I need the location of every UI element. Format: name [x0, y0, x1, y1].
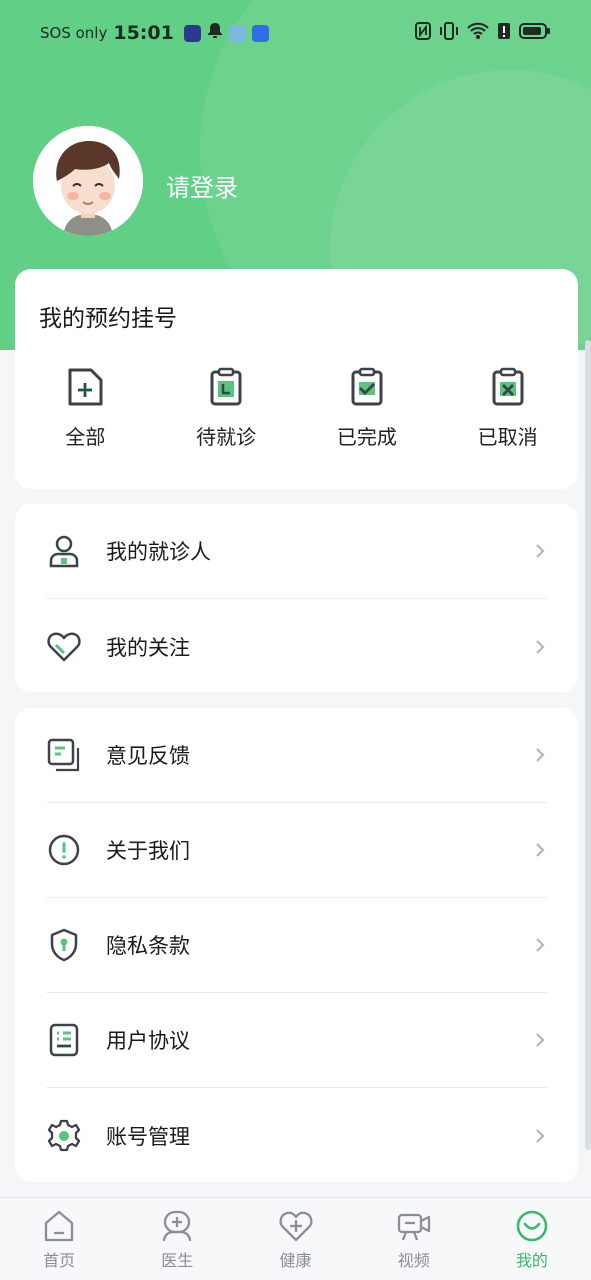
appointment-all-button[interactable]: 全部	[15, 367, 156, 467]
menu-item-label: 我的就诊人	[106, 540, 211, 564]
tab-label: 首页	[43, 1251, 76, 1270]
alert-icon	[497, 22, 511, 45]
bottom-tab-bar: 首页 医生 健康 视频 我的	[0, 1197, 591, 1280]
chevron-right-icon	[536, 938, 545, 952]
app-notification-icon	[251, 24, 269, 42]
menu-item-label: 意见反馈	[106, 744, 190, 768]
doctor-icon	[163, 1210, 192, 1242]
clipboard-check-icon	[351, 367, 383, 406]
menu-item-privacy[interactable]: 隐私条款	[46, 898, 547, 993]
avatar-illustration	[33, 126, 143, 236]
person-icon	[46, 533, 82, 569]
home-icon	[44, 1210, 74, 1242]
menu-item-my-follows[interactable]: 我的关注	[46, 599, 547, 694]
menu-item-label: 关于我们	[106, 839, 190, 863]
menu-item-user-agreement[interactable]: 用户协议	[46, 993, 547, 1088]
app-notification-icon	[183, 24, 201, 42]
menu-item-label: 账号管理	[106, 1124, 190, 1149]
menu-item-label: 隐私条款	[106, 934, 190, 958]
info-icon	[46, 832, 82, 868]
chevron-right-icon	[536, 843, 545, 857]
shield-icon	[46, 927, 82, 963]
appointment-cancelled-button[interactable]: 已取消	[437, 367, 578, 467]
profile-icon	[516, 1210, 548, 1242]
carrier-text: SOS only	[40, 24, 108, 42]
app-root: SOS only 15:01 请登录 我的预约挂号 全部 待就诊 已完成 已取消…	[0, 0, 591, 1280]
status-bar: SOS only 15:01	[0, 0, 591, 66]
tab-label: 我的	[515, 1251, 548, 1270]
menu-group-settings: 意见反馈 关于我们 隐私条款 用户协议 账号管理	[15, 708, 578, 1182]
battery-icon	[519, 22, 551, 45]
menu-item-about-us[interactable]: 关于我们	[46, 803, 547, 898]
wifi-icon	[467, 22, 489, 45]
chevron-right-icon	[536, 1033, 545, 1047]
tab-label: 健康	[279, 1251, 312, 1270]
clock: 15:01	[113, 22, 174, 44]
scrollbar[interactable]	[585, 340, 591, 1150]
feedback-icon	[46, 737, 82, 773]
menu-item-label: 我的关注	[106, 635, 190, 660]
vibrate-icon	[439, 22, 459, 45]
chevron-right-icon	[536, 1128, 545, 1143]
appointment-all-label: 全部	[65, 425, 106, 449]
tab-label: 医生	[161, 1251, 194, 1270]
login-prompt[interactable]: 请登录	[166, 168, 238, 203]
tab-label: 视频	[397, 1251, 430, 1270]
chevron-right-icon	[536, 544, 545, 558]
menu-item-account-management[interactable]: 账号管理	[46, 1088, 547, 1183]
appointment-completed-label: 已完成	[336, 425, 397, 449]
app-notification-icon	[228, 24, 246, 42]
clipboard-clock-icon	[210, 367, 242, 406]
health-icon	[279, 1211, 312, 1242]
nfc-icon	[415, 22, 431, 45]
video-icon	[397, 1213, 430, 1241]
clipboard-plus-icon	[68, 368, 103, 406]
chevron-right-icon	[536, 639, 545, 654]
tab-profile[interactable]: 我的	[473, 1198, 591, 1280]
menu-item-feedback[interactable]: 意见反馈	[46, 708, 547, 803]
chevron-right-icon	[536, 748, 545, 762]
appointment-cancelled-label: 已取消	[477, 425, 538, 449]
bell-icon	[207, 22, 223, 44]
clipboard-x-icon	[492, 367, 524, 406]
document-icon	[46, 1022, 82, 1058]
avatar[interactable]	[33, 126, 143, 236]
appointments-card: 我的预约挂号 全部 待就诊 已完成 已取消	[15, 269, 578, 489]
appointment-pending-button[interactable]: 待就诊	[156, 367, 297, 467]
tab-health[interactable]: 健康	[236, 1198, 354, 1280]
appointments-title: 我的预约挂号	[39, 306, 177, 332]
tab-doctor[interactable]: 医生	[118, 1198, 236, 1280]
menu-item-my-patients[interactable]: 我的就诊人	[46, 504, 547, 599]
menu-group-patients: 我的就诊人 我的关注	[15, 504, 578, 692]
appointment-completed-button[interactable]: 已完成	[297, 367, 438, 467]
tab-home[interactable]: 首页	[0, 1198, 118, 1280]
heart-icon	[46, 629, 82, 665]
menu-item-label: 用户协议	[106, 1029, 190, 1053]
gear-icon	[46, 1118, 82, 1154]
appointment-pending-label: 待就诊	[196, 425, 257, 449]
tab-video[interactable]: 视频	[355, 1198, 473, 1280]
